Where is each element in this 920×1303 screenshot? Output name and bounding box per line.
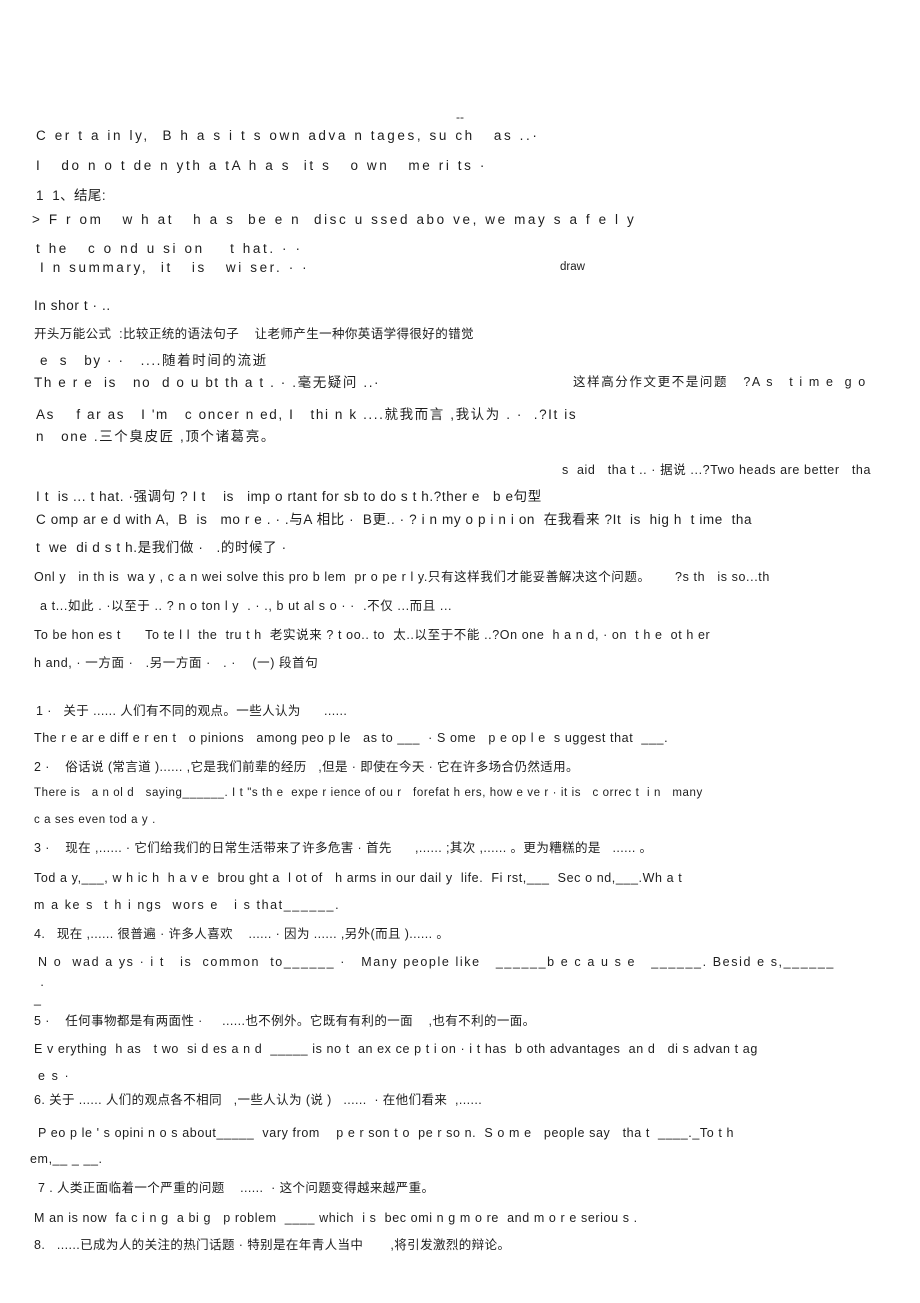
text-line-draw: draw bbox=[560, 261, 585, 273]
text-line-right-note: 这样高分作文更不是问题 ?A s t i m e g o bbox=[573, 375, 867, 389]
text-line: I n summary, it is wi ser. · · bbox=[40, 260, 310, 275]
text-line: I t is ... t hat. ·强调句 ? I t is imp o rt… bbox=[36, 489, 542, 504]
text-line: n one .三个臭皮匠 ,顶个诸葛亮。 bbox=[36, 429, 276, 444]
text-line-item-1-cn: 1 · 关于 ...... 人们有不同的观点。一些人认为 ...... bbox=[36, 704, 348, 718]
text-line-item-2-en: There is a n ol d saying______. I t "s t… bbox=[34, 787, 703, 799]
text-line: Th e r e is no d o u bt th a t . · .毫无疑问… bbox=[34, 375, 381, 390]
text-line: 1 1、结尾: bbox=[36, 188, 106, 203]
text-line: > F r om w h at h a s be e n disc u ssed… bbox=[32, 212, 637, 227]
text-line-item-3-en-cont: m a ke s t h i ngs wors e i s that______… bbox=[34, 898, 341, 912]
text-line-item-8-cn: 8. ......已成为人的关注的热门话题 · 特别是在年青人当中 ,将引发激烈… bbox=[34, 1238, 511, 1252]
document-page: -- C er t a in ly, B h a s i t s own adv… bbox=[0, 0, 920, 1303]
text-line-item-3-en: Tod a y,___, w h ic h h a v e brou ght a… bbox=[34, 871, 683, 885]
text-line-stray-underscore: _ bbox=[34, 992, 41, 1006]
text-line-item-3-cn: 3 · 现在 ,...... · 它们给我们的日常生活带来了许多危害 · 首先 … bbox=[34, 841, 653, 855]
text-line-item-5-cn: 5 · 任何事物都是有两面性 · ......也不例外。它既有有利的一面 ,也有… bbox=[34, 1014, 536, 1028]
text-line-item-2-cn: 2 · 俗话说 (常言道 )...... ,它是我们前辈的经历 ,但是 · 即使… bbox=[34, 760, 579, 774]
text-line: As f ar as I 'm c oncer n ed, I thi n k … bbox=[36, 407, 578, 422]
text-line-stray-dot: · bbox=[40, 978, 45, 992]
text-line-item-4-en: N o wad a ys · i t is common to______ · … bbox=[38, 955, 835, 969]
text-line-item-5-en: E v erything h as t wo si d es a n d ___… bbox=[34, 1042, 758, 1056]
text-line-right-note: s aid tha t .. · 据说 ...?Two heads are be… bbox=[562, 463, 872, 477]
text-line: I do n o t de n yth a tA h a s it s o wn… bbox=[36, 158, 487, 173]
text-line: In shor t · .. bbox=[34, 298, 111, 313]
text-line: t he c o nd u si on t hat. · · bbox=[36, 241, 303, 256]
text-line-item-7-cn: 7 . 人类正面临着一个严重的问题 ...... · 这个问题变得越来越严重。 bbox=[38, 1181, 435, 1195]
top-dash-mark: -- bbox=[456, 110, 464, 124]
text-line: h and, · 一方面 · .另一方面 · . · (一) 段首句 bbox=[34, 656, 319, 670]
text-line: a t...如此 . ·以至于 .. ? n o ton l y . · ., … bbox=[40, 599, 453, 613]
text-line: e s by · · ....随着时间的流逝 bbox=[40, 353, 268, 368]
text-line: t we di d s t h.是我们做 · .的时候了 · bbox=[36, 540, 287, 555]
text-line: Onl y in th is wa y , c a n wei solve th… bbox=[34, 570, 770, 584]
text-line-item-1-en: The r e ar e diff e r en t o pinions amo… bbox=[34, 731, 669, 745]
text-line-item-6-en-cont: em,__ _ __. bbox=[30, 1152, 103, 1166]
text-line: To be hon es t To te l l the tru t h 老实说… bbox=[34, 628, 711, 642]
text-line-item-2-en-cont: c a ses even tod a y . bbox=[34, 814, 156, 826]
text-line-item-6-cn: 6. 关于 ...... 人们的观点各不相同 ,一些人认为 (说 ) .....… bbox=[34, 1093, 483, 1107]
text-line-item-4-cn: 4. 现在 ,...... 很普遍 · 许多人喜欢 ...... · 因为 ..… bbox=[34, 927, 450, 941]
text-line: C omp ar e d with A, B is mo r e . · .与A… bbox=[36, 512, 753, 527]
text-line: 开头万能公式 :比较正统的语法句子 让老师产生一种你英语学得很好的错觉 bbox=[34, 327, 474, 341]
text-line-item-6-en: P eo p le ' s opini n o s about_____ var… bbox=[38, 1126, 735, 1140]
text-line-item-5-en-cont: e s · bbox=[38, 1069, 71, 1083]
text-line: C er t a in ly, B h a s i t s own adva n… bbox=[36, 128, 540, 143]
text-line-item-7-en: M an is now fa c i n g a bi g p roblem _… bbox=[34, 1211, 638, 1225]
